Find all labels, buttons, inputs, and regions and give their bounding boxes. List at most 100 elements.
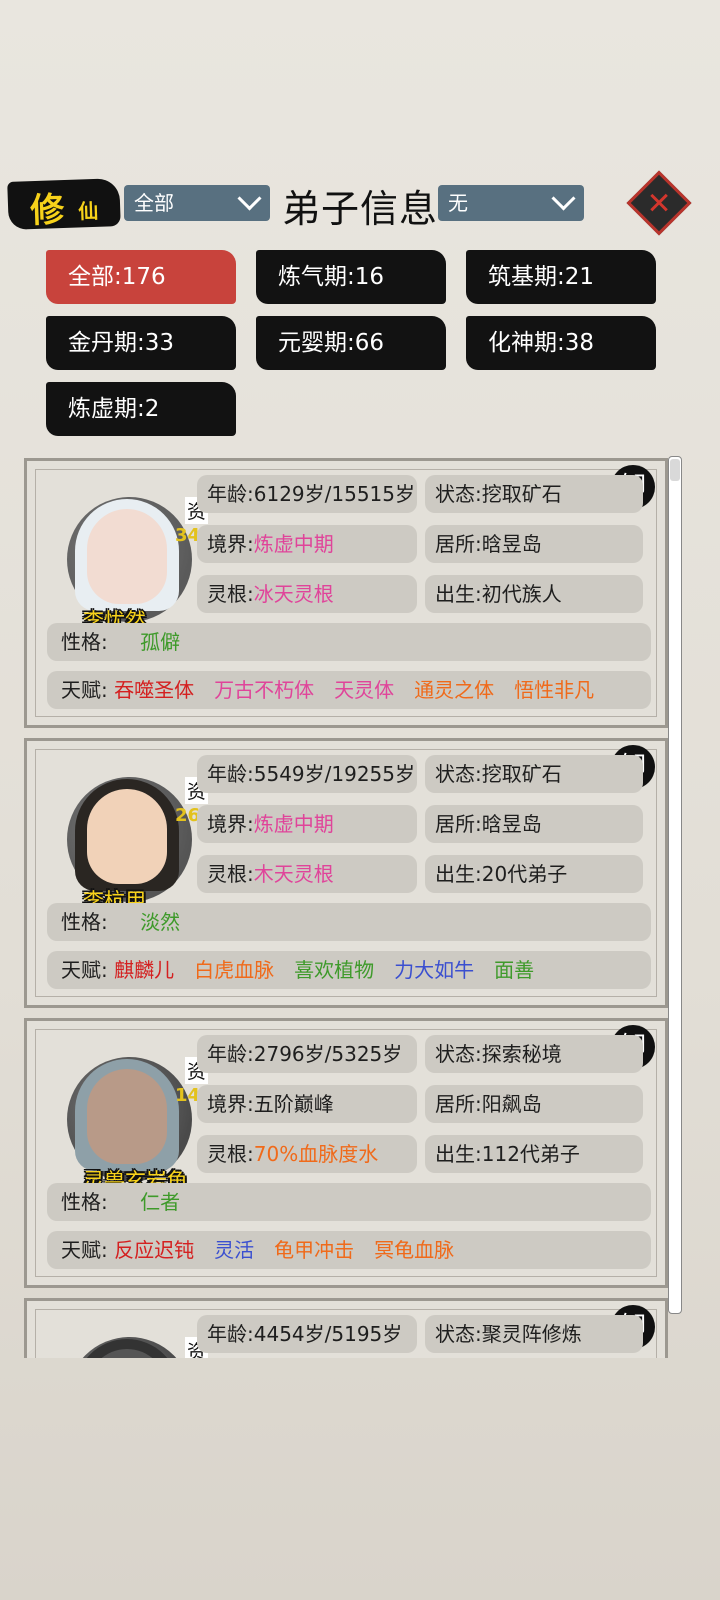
root-label: 灵根: bbox=[207, 582, 254, 606]
talent-tag: 面善 bbox=[494, 958, 535, 982]
filter-chip[interactable]: 炼气期:16 bbox=[256, 250, 446, 304]
realm-value: 炼虚中期 bbox=[253, 812, 334, 836]
avatar[interactable]: 资 347 李忧然 bbox=[47, 479, 213, 639]
age-value: 5549岁/19255岁 bbox=[253, 762, 416, 786]
personality-row: 性格: 仁者 bbox=[47, 1183, 651, 1221]
status-field: 状态:挖取矿石 bbox=[425, 755, 643, 793]
filter-chip[interactable]: 全部:176 bbox=[46, 250, 236, 304]
avatar[interactable]: 资 267 李杭用 bbox=[47, 759, 213, 919]
residence-value: 晗昱岛 bbox=[481, 812, 542, 836]
status-value: 探索秘境 bbox=[481, 1042, 562, 1066]
talent-tag: 天灵体 bbox=[334, 678, 395, 702]
status-value: 聚灵阵修炼 bbox=[481, 1322, 582, 1346]
filter-chip[interactable]: 元婴期:66 bbox=[256, 316, 446, 370]
age-value: 6129岁/15515岁 bbox=[253, 482, 416, 506]
disciple-list[interactable]: 资 347 李忧然 卸 年龄:6129岁/15515岁 状态:挖取矿石 境界:炼… bbox=[24, 458, 680, 1358]
personality-label: 性格: bbox=[61, 1190, 108, 1214]
realm-label: 境界: bbox=[207, 1092, 254, 1116]
realm-field: 境界:炼虚中期 bbox=[197, 525, 417, 563]
age-label: 年龄: bbox=[207, 482, 254, 506]
disciple-card[interactable]: 资 卸 年龄:4454岁/5195岁 状态:聚灵阵修炼 境界: 居所: 灵根: … bbox=[24, 1298, 668, 1358]
talent-row: 天赋: 麒麟儿 白虎血脉 喜欢植物 力大如牛 面善 bbox=[47, 951, 651, 989]
age-label: 年龄: bbox=[207, 762, 254, 786]
status-label: 状态: bbox=[435, 1042, 482, 1066]
realm-label: 境界: bbox=[207, 812, 254, 836]
status-value: 挖取矿石 bbox=[481, 762, 562, 786]
filter-left-value: 全部 bbox=[134, 191, 174, 215]
personality-value: 孤僻 bbox=[140, 630, 181, 654]
personality-value: 仁者 bbox=[140, 1190, 181, 1214]
status-field: 状态:聚灵阵修炼 bbox=[425, 1315, 643, 1353]
talent-tag: 龟甲冲击 bbox=[274, 1238, 355, 1262]
logo-sub-char: 仙 bbox=[77, 198, 99, 224]
talent-label: 天赋: bbox=[61, 958, 108, 982]
birth-value: 初代族人 bbox=[481, 582, 562, 606]
residence-value: 晗昱岛 bbox=[481, 532, 542, 556]
age-field: 年龄:2796岁/5325岁 bbox=[197, 1035, 417, 1073]
residence-field: 居所:晗昱岛 bbox=[425, 525, 643, 563]
talent-label: 天赋: bbox=[61, 1238, 108, 1262]
talent-tag: 麒麟儿 bbox=[114, 958, 175, 982]
talent-tag: 吞噬圣体 bbox=[114, 678, 195, 702]
chevron-down-icon bbox=[237, 186, 262, 211]
root-label: 灵根: bbox=[207, 1142, 254, 1166]
birth-value: 112代弟子 bbox=[481, 1142, 580, 1166]
close-icon: ✕ bbox=[646, 186, 672, 222]
app-logo: 修 仙 bbox=[7, 178, 121, 232]
birth-value: 20代弟子 bbox=[481, 862, 568, 886]
talent-row: 天赋: 反应迟钝 灵活 龟甲冲击 冥龟血脉 bbox=[47, 1231, 651, 1269]
birth-field: 出生:初代族人 bbox=[425, 575, 643, 613]
age-label: 年龄: bbox=[207, 1322, 254, 1346]
talent-tag: 万古不朽体 bbox=[214, 678, 315, 702]
age-field: 年龄:5549岁/19255岁 bbox=[197, 755, 417, 793]
status-field: 状态:挖取矿石 bbox=[425, 475, 643, 513]
filter-dropdown-left[interactable]: 全部 bbox=[124, 185, 270, 221]
avatar[interactable]: 资 149 灵兽玄岩龟 bbox=[47, 1039, 213, 1199]
age-value: 4454岁/5195岁 bbox=[253, 1322, 403, 1346]
talent-label: 天赋: bbox=[61, 678, 108, 702]
avatar-face bbox=[87, 509, 167, 604]
residence-label: 居所: bbox=[435, 812, 482, 836]
root-value: 冰天灵根 bbox=[253, 582, 334, 606]
filter-chip[interactable]: 金丹期:33 bbox=[46, 316, 236, 370]
page-title: 弟子信息 bbox=[282, 187, 439, 231]
avatar-face bbox=[87, 789, 167, 884]
age-value: 2796岁/5325岁 bbox=[253, 1042, 403, 1066]
age-field: 年龄:6129岁/15515岁 bbox=[197, 475, 417, 513]
realm-value: 五阶巅峰 bbox=[253, 1092, 334, 1116]
talent-tag: 灵活 bbox=[214, 1238, 255, 1262]
disciple-card[interactable]: 资 149 灵兽玄岩龟 卸 年龄:2796岁/5325岁 状态:探索秘境 境界:… bbox=[24, 1018, 668, 1288]
root-field: 灵根:木天灵根 bbox=[197, 855, 417, 893]
talent-tag: 喜欢植物 bbox=[294, 958, 375, 982]
personality-label: 性格: bbox=[61, 910, 108, 934]
disciple-card[interactable]: 资 347 李忧然 卸 年龄:6129岁/15515岁 状态:挖取矿石 境界:炼… bbox=[24, 458, 668, 728]
chevron-down-icon bbox=[551, 186, 576, 211]
filter-chip[interactable]: 筑基期:21 bbox=[466, 250, 656, 304]
close-button[interactable]: ✕ bbox=[626, 170, 692, 236]
residence-value: 阳飙岛 bbox=[481, 1092, 542, 1116]
residence-label: 居所: bbox=[435, 1092, 482, 1116]
disciple-card[interactable]: 资 267 李杭用 卸 年龄:5549岁/19255岁 状态:挖取矿石 境界:炼… bbox=[24, 738, 668, 1008]
root-value: 木天灵根 bbox=[253, 862, 334, 886]
age-label: 年龄: bbox=[207, 1042, 254, 1066]
realm-value: 炼虚中期 bbox=[253, 532, 334, 556]
filter-chip[interactable]: 炼虚期:2 bbox=[46, 382, 236, 436]
birth-label: 出生: bbox=[435, 862, 482, 886]
personality-label: 性格: bbox=[61, 630, 108, 654]
status-value: 挖取矿石 bbox=[481, 482, 562, 506]
avatar[interactable]: 资 bbox=[47, 1319, 209, 1358]
birth-field: 出生:112代弟子 bbox=[425, 1135, 643, 1173]
scrollbar[interactable] bbox=[668, 456, 682, 1314]
root-label: 灵根: bbox=[207, 862, 254, 886]
scrollbar-thumb[interactable] bbox=[670, 459, 680, 481]
filter-right-value: 无 bbox=[448, 191, 468, 215]
talent-tag: 悟性非凡 bbox=[514, 678, 595, 702]
filter-chip[interactable]: 化神期:38 bbox=[466, 316, 656, 370]
talent-tag: 反应迟钝 bbox=[114, 1238, 195, 1262]
filter-dropdown-right[interactable]: 无 bbox=[438, 185, 584, 221]
realm-label: 境界: bbox=[207, 532, 254, 556]
residence-field: 居所:阳飙岛 bbox=[425, 1085, 643, 1123]
logo-main-char: 修 bbox=[29, 190, 65, 232]
root-field: 灵根:70%血脉度水 bbox=[197, 1135, 417, 1173]
avatar-face bbox=[87, 1069, 167, 1164]
